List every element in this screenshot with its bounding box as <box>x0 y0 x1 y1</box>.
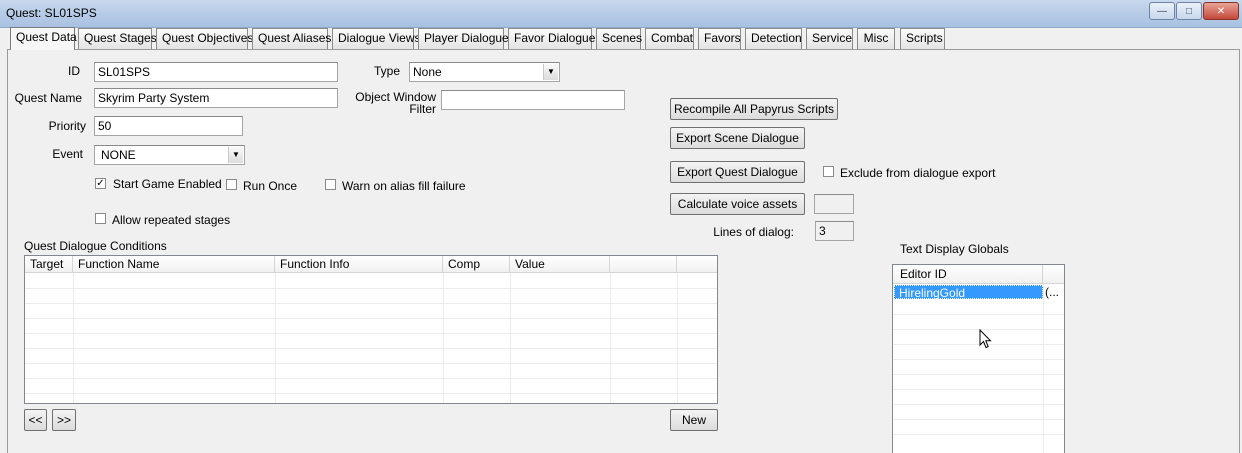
tab-dialogue-views[interactable]: Dialogue Views <box>332 28 421 49</box>
conditions-grid[interactable]: Target Function Name Function Info Comp … <box>24 255 718 404</box>
lines-of-dialog-label: Lines of dialog: <box>713 225 794 239</box>
grid-row-line <box>25 378 717 379</box>
minimize-icon: — <box>1157 5 1167 17</box>
conditions-label: Quest Dialogue Conditions <box>24 239 167 253</box>
globals-label: Text Display Globals <box>900 242 1009 256</box>
maximize-button[interactable]: □ <box>1176 2 1202 20</box>
tab-favors[interactable]: Favors <box>698 28 741 49</box>
object-window-filter-field[interactable] <box>441 90 625 110</box>
run-once-label: Run Once <box>243 179 298 193</box>
tab-quest-data[interactable]: Quest Data <box>10 27 77 50</box>
col-header-function-name[interactable]: Function Name <box>73 256 275 273</box>
grid-row-line <box>893 389 1064 390</box>
col-header-blank[interactable] <box>610 256 677 273</box>
grid-row-line <box>893 314 1064 315</box>
type-label: Type <box>374 64 401 78</box>
event-label: Event <box>52 147 83 161</box>
tab-service[interactable]: Service <box>806 28 853 49</box>
grid-row-line <box>893 434 1064 435</box>
col-header-editor-id[interactable]: Editor ID <box>893 265 1043 284</box>
col-header-value[interactable]: Value <box>510 256 610 273</box>
warn-alias-checkbox[interactable] <box>325 179 336 190</box>
grid-row-line <box>893 419 1064 420</box>
tab-detection[interactable]: Detection <box>745 28 802 49</box>
close-icon: ✕ <box>1216 5 1226 17</box>
grid-row-line <box>25 333 717 334</box>
grid-row-line <box>25 318 717 319</box>
exclude-export-checkbox[interactable] <box>823 166 834 177</box>
col-header-filler <box>677 256 717 273</box>
grid-row-line <box>893 359 1064 360</box>
next-page-button[interactable]: >> <box>52 409 76 431</box>
tab-scenes[interactable]: Scenes <box>596 28 642 49</box>
object-window-filter-label-line2: Filter <box>409 102 436 116</box>
tab-quest-aliases[interactable]: Quest Aliases <box>252 28 331 49</box>
recompile-scripts-button[interactable]: Recompile All Papyrus Scripts <box>670 98 838 120</box>
id-field[interactable]: SL01SPS <box>94 62 338 82</box>
previous-page-button[interactable]: << <box>24 409 47 431</box>
grid-row-line <box>893 374 1064 375</box>
priority-field[interactable]: 50 <box>94 116 243 136</box>
globals-grid[interactable]: Editor ID HirelingGold (... <box>892 264 1065 453</box>
export-quest-dialogue-button[interactable]: Export Quest Dialogue <box>670 161 805 183</box>
quest-name-label: Quest Name <box>14 91 82 105</box>
type-select[interactable]: None ▼ <box>409 62 560 82</box>
quest-name-field[interactable]: Skyrim Party System <box>94 88 338 108</box>
close-button[interactable]: ✕ <box>1203 2 1239 20</box>
grid-row-line <box>25 393 717 394</box>
window-title: Quest: SL01SPS <box>6 6 97 20</box>
exclude-export-label: Exclude from dialogue export <box>840 166 996 180</box>
minimize-button[interactable]: — <box>1149 2 1175 20</box>
grid-row-line <box>893 404 1064 405</box>
event-value: NONE <box>101 148 136 162</box>
start-game-enabled-label: Start Game Enabled <box>113 177 222 191</box>
grid-row-line <box>25 363 717 364</box>
new-condition-button[interactable]: New <box>670 409 718 431</box>
voice-assets-field <box>814 194 854 214</box>
grid-col-line <box>677 273 678 403</box>
table-row-selected[interactable]: HirelingGold <box>894 285 1043 300</box>
priority-label: Priority <box>48 119 86 133</box>
table-cell-extra[interactable]: (... <box>1045 285 1059 299</box>
title-bar[interactable]: Quest: SL01SPS — □ ✕ <box>0 0 1242 28</box>
col-header-extra[interactable] <box>1043 265 1064 284</box>
col-header-function-info[interactable]: Function Info <box>275 256 443 273</box>
chevron-down-icon[interactable]: ▼ <box>543 64 558 80</box>
warn-alias-label: Warn on alias fill failure <box>342 179 466 193</box>
grid-col-line <box>275 273 276 403</box>
tab-player-dialogue[interactable]: Player Dialogue <box>418 28 509 49</box>
maximize-icon: □ <box>1185 5 1193 17</box>
tab-quest-stages[interactable]: Quest Stages <box>78 28 157 49</box>
start-game-enabled-checkbox[interactable]: ✓ <box>95 178 106 189</box>
tab-scripts[interactable]: Scripts <box>900 28 945 49</box>
grid-col-line <box>73 273 74 403</box>
grid-row-line <box>25 288 717 289</box>
chevron-down-icon[interactable]: ▼ <box>228 147 243 163</box>
lines-of-dialog-field: 3 <box>815 221 854 241</box>
id-label: ID <box>68 64 80 78</box>
allow-repeated-checkbox[interactable] <box>95 213 106 224</box>
grid-row-line <box>25 348 717 349</box>
grid-row-line <box>25 303 717 304</box>
col-header-comp[interactable]: Comp <box>443 256 510 273</box>
tab-combat[interactable]: Combat <box>645 28 694 49</box>
event-select[interactable]: NONE ▼ <box>94 145 245 165</box>
tab-quest-objectives[interactable]: Quest Objectives <box>156 28 253 49</box>
tab-favor-dialogue[interactable]: Favor Dialogue <box>508 28 595 49</box>
grid-col-line <box>510 273 511 403</box>
col-header-target[interactable]: Target <box>25 256 73 273</box>
grid-col-line <box>610 273 611 403</box>
allow-repeated-label: Allow repeated stages <box>112 213 231 227</box>
calculate-voice-assets-button[interactable]: Calculate voice assets <box>670 193 805 215</box>
mouse-cursor-icon <box>979 329 992 349</box>
grid-col-line <box>443 273 444 403</box>
tab-misc[interactable]: Misc <box>857 28 895 49</box>
run-once-checkbox[interactable] <box>226 179 237 190</box>
type-value: None <box>413 65 442 79</box>
export-scene-dialogue-button[interactable]: Export Scene Dialogue <box>670 127 805 149</box>
grid-col-line <box>1043 284 1044 453</box>
